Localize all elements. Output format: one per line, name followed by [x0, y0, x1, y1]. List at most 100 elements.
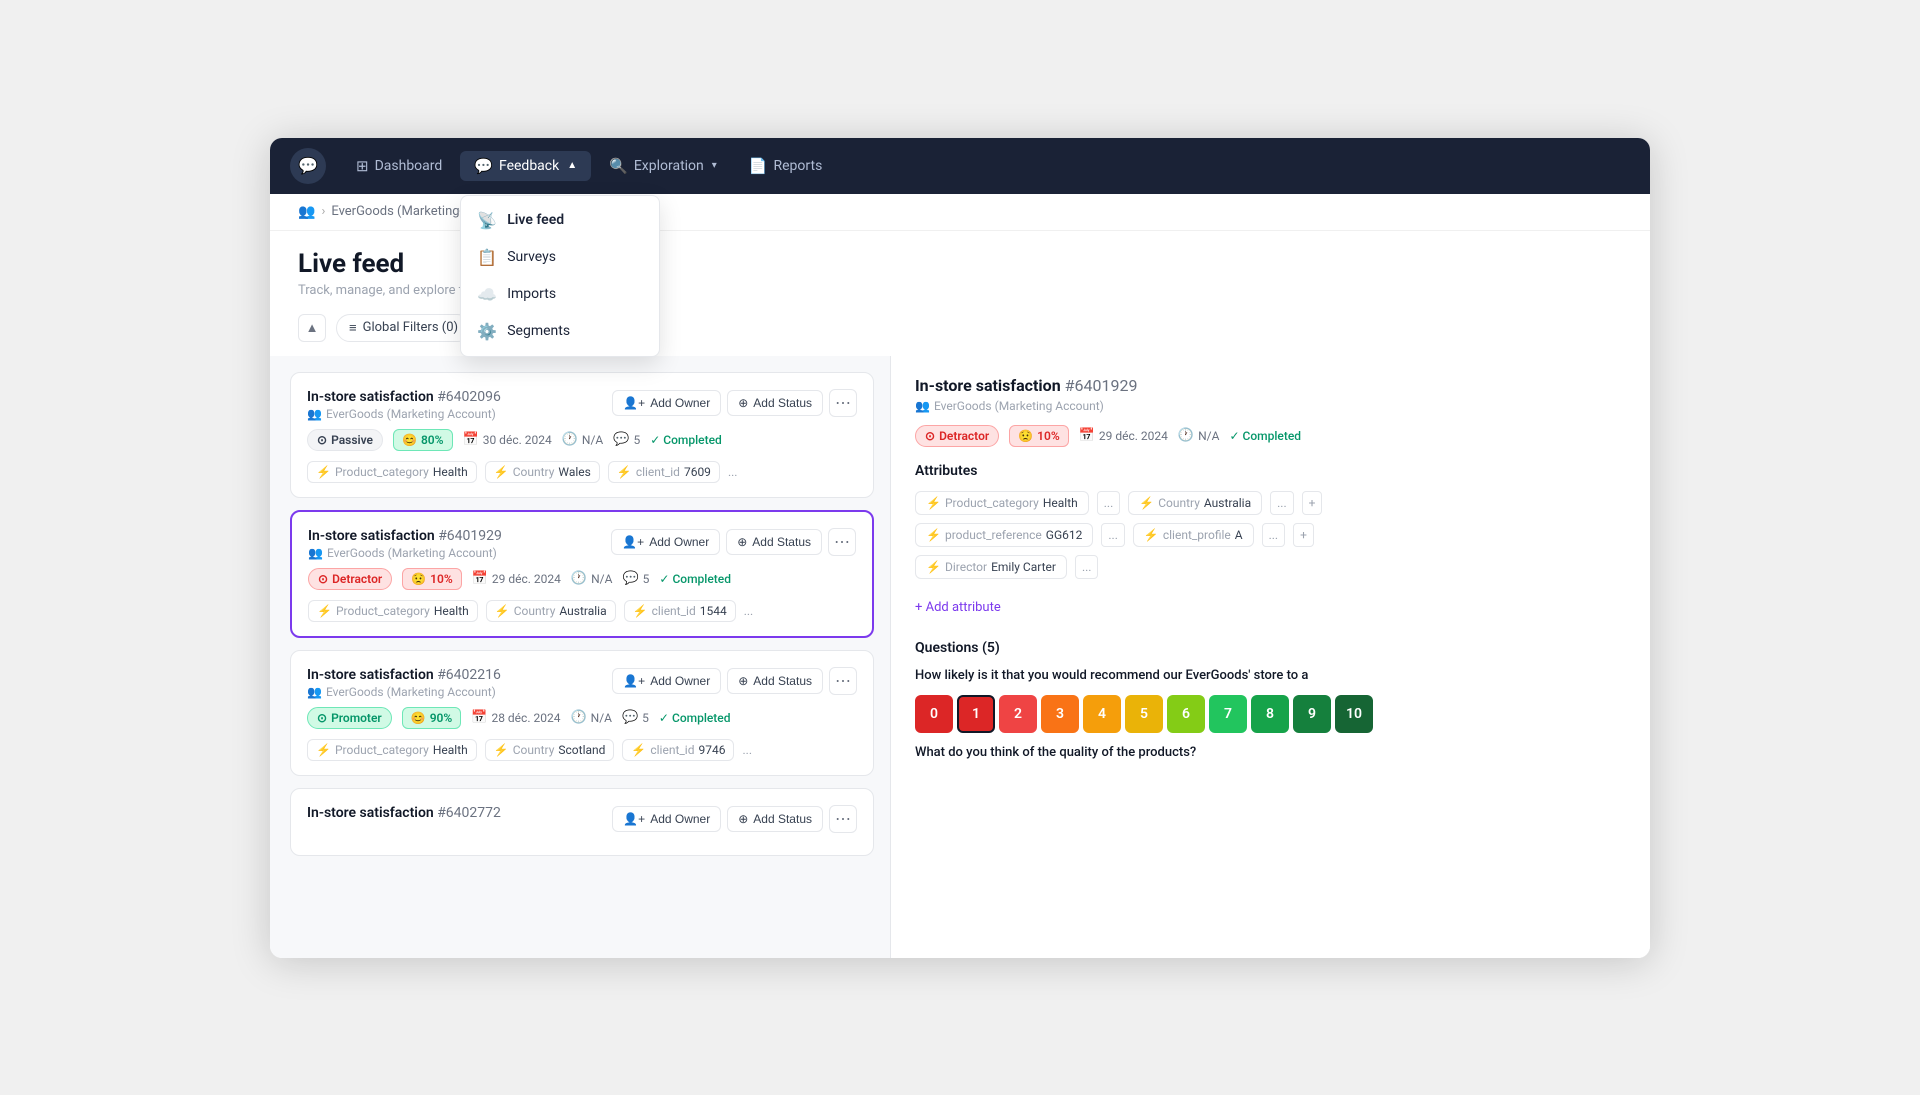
- card-1-attr-0: ⚡ Product_category Health: [307, 461, 477, 483]
- second-question: What do you think of the quality of the …: [915, 745, 1626, 760]
- nav-dashboard[interactable]: ⊞ Dashboard: [342, 151, 456, 181]
- dropdown-surveys[interactable]: 📋 Surveys: [461, 239, 659, 276]
- attributes-grid: ⚡ Product_category Health ... ⚡ Country …: [915, 491, 1626, 579]
- feedback-dropdown-menu: 📡 Live feed 📋 Surveys ☁️ Imports ⚙️ Segm…: [460, 195, 660, 357]
- card-1-add-owner[interactable]: 👤+ Add Owner: [612, 390, 721, 416]
- card-4-add-owner[interactable]: 👤+ Add Owner: [612, 806, 721, 832]
- card-3-title: In-store satisfaction #6402216: [307, 667, 501, 683]
- card-2-attr-1: ⚡ Country Australia: [486, 600, 616, 622]
- attr-block-0: ⚡ Product_category Health: [915, 491, 1089, 515]
- attr-0-expand[interactable]: ...: [1097, 491, 1121, 515]
- card-1-add-status[interactable]: ⊕ Add Status: [727, 390, 823, 416]
- card-3-add-status[interactable]: ⊕ Add Status: [727, 668, 823, 694]
- attr-4-expand[interactable]: ...: [1075, 555, 1099, 579]
- card-4-more-button[interactable]: ⋯: [829, 805, 857, 833]
- nps-cell-1[interactable]: 1: [957, 695, 995, 733]
- feed-card-4[interactable]: In-store satisfaction #6402772 👤+ Add Ow…: [290, 788, 874, 856]
- detail-status: ✓ Completed: [1229, 429, 1301, 443]
- card-1-na: 🕐 N/A: [562, 432, 604, 447]
- nps-cell-9[interactable]: 9: [1293, 695, 1331, 733]
- global-filters-button[interactable]: ≡ Global Filters (0): [336, 314, 471, 342]
- card-3-na: 🕐 N/A: [570, 710, 612, 725]
- sort-button[interactable]: ▲: [298, 314, 326, 342]
- card-1-date: 📅 30 déc. 2024: [463, 432, 552, 447]
- attr-block-4: ⚡ Director Emily Carter: [915, 555, 1067, 579]
- imports-icon: ☁️: [477, 285, 497, 304]
- card-1-actions: 👤+ Add Owner ⊕ Add Status ⋯: [612, 389, 857, 417]
- card-2-actions: 👤+ Add Owner ⊕ Add Status ⋯: [611, 528, 856, 556]
- card-3-number: #6402216: [437, 667, 501, 683]
- detail-score-badge: 😟 10%: [1009, 425, 1069, 447]
- dashboard-icon: ⊞: [356, 157, 369, 175]
- breadcrumb-home-icon: 👥: [298, 204, 315, 220]
- card-1-attr-more[interactable]: ...: [728, 465, 738, 479]
- card-3-account: 👥 EverGoods (Marketing Account): [307, 685, 501, 699]
- nav-feedback[interactable]: 💬 Feedback ▲: [460, 151, 591, 181]
- filter-label: Global Filters (0): [363, 320, 458, 335]
- card-2-score-badge: 😟 10%: [402, 568, 462, 590]
- card-1-more-button[interactable]: ⋯: [829, 389, 857, 417]
- card-2-meta: ⊙ Detractor 😟 10% 📅 29 déc. 2024 🕐 N/A: [308, 568, 856, 590]
- feed-card-3[interactable]: In-store satisfaction #6402216 👥 EverGoo…: [290, 650, 874, 776]
- card-2-add-owner[interactable]: 👤+ Add Owner: [611, 529, 720, 555]
- nav-reports[interactable]: 📄 Reports: [735, 151, 836, 181]
- card-3-attr-2: ⚡ client_id 9746: [622, 739, 734, 761]
- card-1-account: 👥 EverGoods (Marketing Account): [307, 407, 501, 421]
- dropdown-imports[interactable]: ☁️ Imports: [461, 276, 659, 313]
- nav-reports-label: Reports: [774, 158, 823, 174]
- card-3-meta: ⊙ Promoter 😊 90% 📅 28 déc. 2024 🕐 N/A: [307, 707, 857, 729]
- nps-cell-7[interactable]: 7: [1209, 695, 1247, 733]
- card-2-attr-0: ⚡ Product_category Health: [308, 600, 478, 622]
- nps-cell-3[interactable]: 3: [1041, 695, 1079, 733]
- card-3-more-button[interactable]: ⋯: [829, 667, 857, 695]
- attr-row-2: ⚡ Director Emily Carter ...: [915, 555, 1626, 579]
- attr-row-0-plus[interactable]: +: [1302, 491, 1323, 515]
- card-3-status: ✓ Completed: [659, 711, 731, 725]
- logo-icon[interactable]: 💬: [290, 148, 326, 184]
- card-2-add-status[interactable]: ⊕ Add Status: [726, 529, 822, 555]
- card-3-type-badge: ⊙ Promoter: [307, 707, 392, 729]
- attr-row-1-plus[interactable]: +: [1293, 523, 1314, 547]
- card-4-add-status[interactable]: ⊕ Add Status: [727, 806, 823, 832]
- nps-cell-4[interactable]: 4: [1083, 695, 1121, 733]
- nps-cell-2[interactable]: 2: [999, 695, 1037, 733]
- attr-3-expand[interactable]: ...: [1262, 523, 1286, 547]
- feed-card-1[interactable]: In-store satisfaction #6402096 👥 EverGoo…: [290, 372, 874, 498]
- nps-cell-0[interactable]: 0: [915, 695, 953, 733]
- detail-account: 👥 EverGoods (Marketing Account): [915, 399, 1626, 413]
- feedback-dropdown-wrapper: 💬 Feedback ▲ 📡 Live feed 📋 Surveys ☁️ Im…: [460, 151, 591, 181]
- card-3-actions: 👤+ Add Owner ⊕ Add Status ⋯: [612, 667, 857, 695]
- card-3-attr-1: ⚡ Country Scotland: [485, 739, 615, 761]
- card-1-meta: ⊙ Passive 😊 80% 📅 30 déc. 2024 🕐 N/A: [307, 429, 857, 451]
- card-2-account: 👥 EverGoods (Marketing Account): [308, 546, 502, 560]
- nps-cell-5[interactable]: 5: [1125, 695, 1163, 733]
- card-3-attr-more[interactable]: ...: [742, 743, 752, 757]
- card-1-title: In-store satisfaction #6402096: [307, 389, 501, 405]
- card-2-attr-more[interactable]: ...: [744, 604, 754, 618]
- exploration-chevron-icon: ▾: [712, 160, 717, 171]
- nps-cell-10[interactable]: 10: [1335, 695, 1373, 733]
- card-2-number: #6401929: [438, 528, 502, 544]
- attr-1-expand[interactable]: ...: [1270, 491, 1294, 515]
- card-3-add-owner[interactable]: 👤+ Add Owner: [612, 668, 721, 694]
- dropdown-live-feed[interactable]: 📡 Live feed: [461, 202, 659, 239]
- feed-card-2[interactable]: In-store satisfaction #6401929 👥 EverGoo…: [290, 510, 874, 638]
- nps-scale: 012345678910: [915, 695, 1626, 733]
- card-2-status: ✓ Completed: [659, 572, 731, 586]
- add-attribute-button[interactable]: + Add attribute: [915, 595, 1001, 620]
- card-2-na: 🕐 N/A: [571, 571, 613, 586]
- nps-cell-6[interactable]: 6: [1167, 695, 1205, 733]
- attr-2-expand[interactable]: ...: [1101, 523, 1125, 547]
- nps-cell-8[interactable]: 8: [1251, 695, 1289, 733]
- card-4-title: In-store satisfaction #6402772: [307, 805, 501, 821]
- card-1-number: #6402096: [437, 389, 501, 405]
- live-feed-icon: 📡: [477, 211, 497, 230]
- card-2-attr-2: ⚡ client_id 1544: [624, 600, 736, 622]
- nav-exploration-label: Exploration: [634, 158, 704, 174]
- dropdown-segments[interactable]: ⚙️ Segments: [461, 313, 659, 350]
- card-1-header: In-store satisfaction #6402096 👥 EverGoo…: [307, 389, 857, 421]
- card-2-more-button[interactable]: ⋯: [828, 528, 856, 556]
- card-1-attr-2: ⚡ client_id 7609: [608, 461, 720, 483]
- nav-exploration[interactable]: 🔍 Exploration ▾: [595, 151, 731, 181]
- dropdown-live-feed-label: Live feed: [507, 212, 564, 228]
